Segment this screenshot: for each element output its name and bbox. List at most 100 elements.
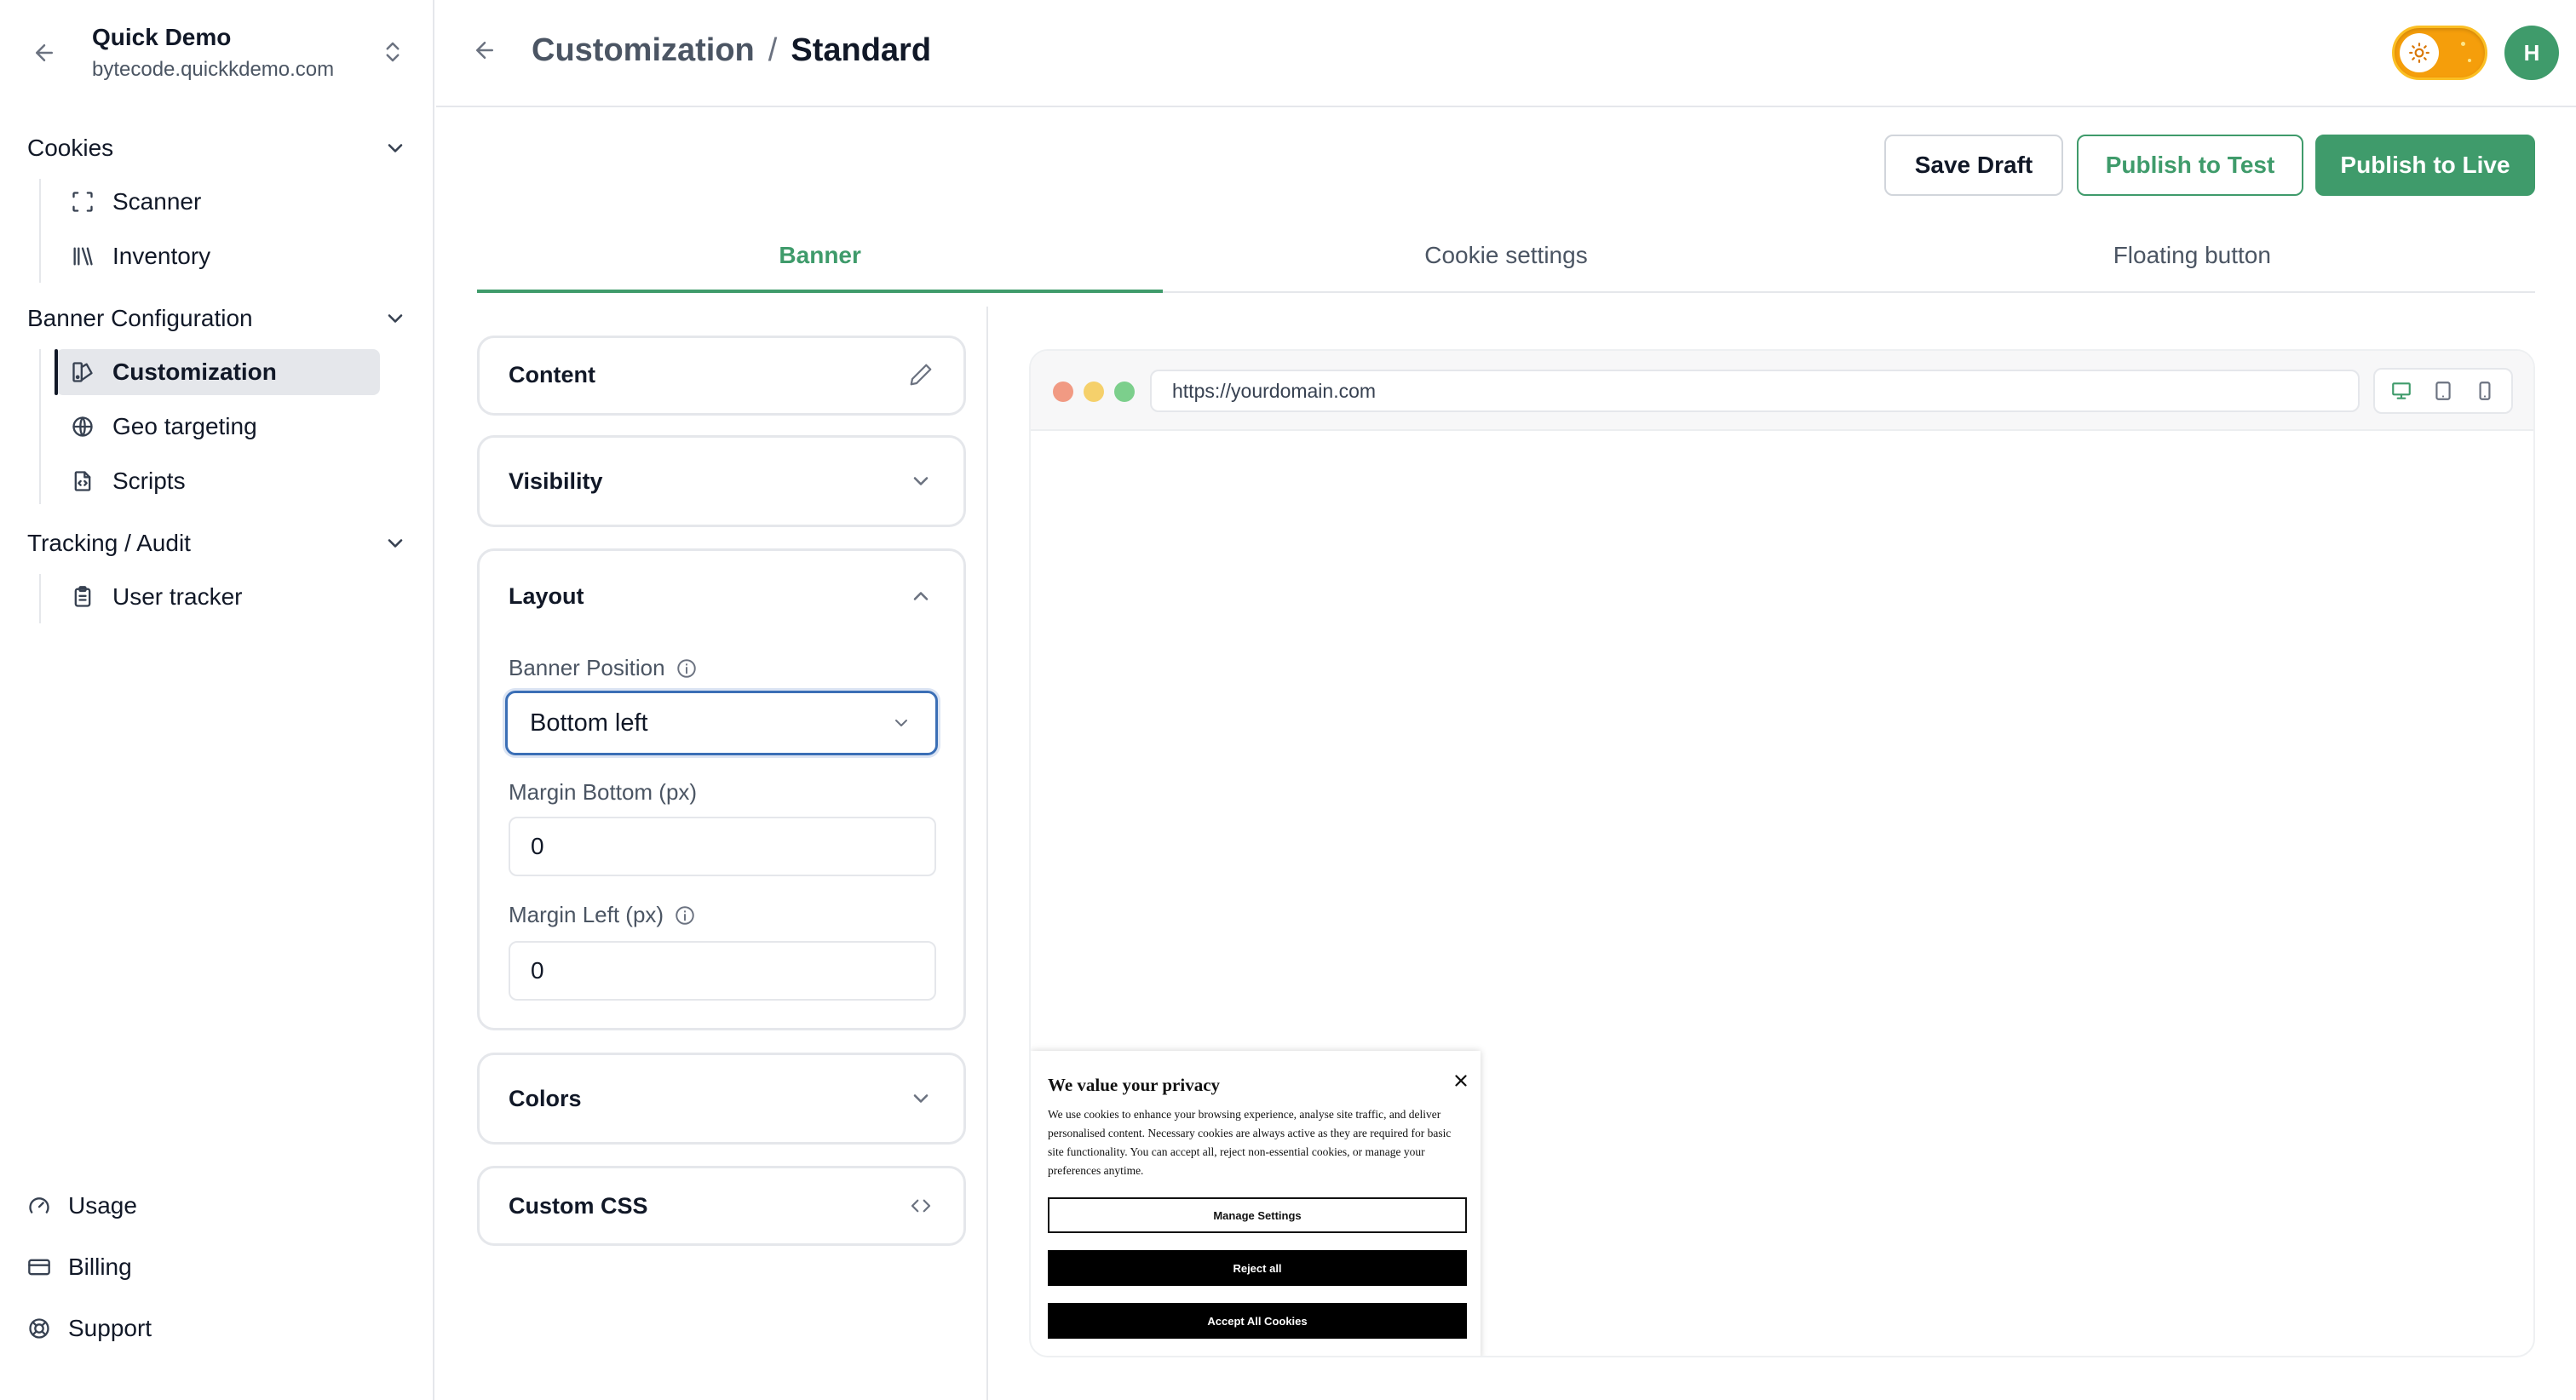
- info-icon[interactable]: [674, 904, 696, 927]
- workspace-domain: bytecode.quickkdemo.com: [92, 58, 335, 81]
- panel-header[interactable]: Layout: [480, 551, 963, 641]
- manage-settings-button[interactable]: Manage Settings: [1048, 1197, 1467, 1233]
- url-bar: https://yourdomain.com: [1150, 370, 2360, 412]
- sidebar-item-label: Inventory: [112, 243, 211, 269]
- sidebar-item-geo-targeting[interactable]: Geo targeting: [56, 404, 380, 450]
- cookie-banner-text: We use cookies to enhance your browsing …: [1048, 1108, 1452, 1177]
- chevron-down-icon: [907, 1085, 934, 1112]
- cookie-banner: We value your privacy We use cookies to …: [1031, 1051, 1481, 1356]
- back-arrow-icon[interactable]: [29, 37, 60, 68]
- field-label-text: Margin Left (px): [509, 902, 664, 927]
- tab-cookie-settings[interactable]: Cookie settings: [1163, 230, 1849, 291]
- custom-css-panel[interactable]: Custom CSS: [477, 1166, 966, 1246]
- content-panel[interactable]: Content: [477, 336, 966, 416]
- chevron-down-icon: [891, 712, 913, 734]
- nav-tree-line: [39, 349, 41, 504]
- margin-left-label: Margin Left (px): [509, 902, 696, 928]
- margin-left-input[interactable]: 0: [509, 941, 936, 1001]
- sidebar-item-scripts[interactable]: Scripts: [56, 458, 380, 504]
- reject-all-button[interactable]: Reject all: [1048, 1250, 1467, 1286]
- panel-header[interactable]: Content: [480, 338, 963, 411]
- sidebar-item-customization[interactable]: Customization: [55, 349, 380, 395]
- margin-bottom-input[interactable]: 0: [509, 817, 936, 876]
- panel-title: Custom CSS: [509, 1192, 648, 1219]
- margin-bottom-label: Margin Bottom (px): [509, 779, 697, 806]
- layout-panel: Layout Banner Position Bottom left Margi…: [477, 548, 966, 1030]
- nav-tree-line: [39, 179, 41, 283]
- accept-all-cookies-button[interactable]: Accept All Cookies: [1048, 1303, 1467, 1339]
- panel-divider: [986, 307, 988, 1400]
- globe-icon: [68, 412, 97, 441]
- chevron-down-icon: [383, 307, 407, 330]
- panel-title: Content: [509, 361, 595, 387]
- sidebar-item-label: Scripts: [112, 468, 186, 494]
- breadcrumb-parent[interactable]: Customization: [532, 32, 755, 69]
- nav-group-label: Tracking / Audit: [27, 530, 191, 556]
- banner-position-select[interactable]: Bottom left: [505, 691, 938, 755]
- info-icon[interactable]: [676, 657, 698, 680]
- sidebar-item-label: Customization: [112, 359, 277, 385]
- chevron-down-icon: [907, 468, 934, 495]
- breadcrumb: Customization / Standard: [532, 32, 931, 69]
- sidebar-item-inventory[interactable]: Inventory: [56, 233, 380, 279]
- tab-bar: Banner Cookie settings Floating button: [477, 230, 2535, 293]
- chevrons-up-down-icon[interactable]: [380, 37, 407, 68]
- credit-card-icon: [26, 1254, 53, 1281]
- library-icon: [68, 242, 97, 271]
- sidebar-item-support[interactable]: Support: [26, 1315, 152, 1342]
- panel-header[interactable]: Visibility: [480, 438, 963, 525]
- star-decoration: [2468, 59, 2471, 62]
- chevron-down-icon: [383, 531, 407, 555]
- panel-header[interactable]: Custom CSS: [480, 1168, 963, 1243]
- mobile-icon[interactable]: [2472, 378, 2498, 404]
- banner-preview: https://yourdomain.com We value your pri…: [1029, 349, 2535, 1357]
- sidebar-item-billing[interactable]: Billing: [26, 1254, 132, 1281]
- banner-position-label: Banner Position: [509, 655, 698, 681]
- colors-panel[interactable]: Colors: [477, 1053, 966, 1145]
- tab-floating-button[interactable]: Floating button: [1849, 230, 2535, 291]
- tablet-icon[interactable]: [2430, 378, 2456, 404]
- nav-group-label: Banner Configuration: [27, 305, 253, 331]
- nav-tree-line: [39, 574, 41, 623]
- theme-toggle[interactable]: [2392, 26, 2487, 80]
- palette-icon: [68, 358, 97, 387]
- publish-to-live-button[interactable]: Publish to Live: [2315, 135, 2535, 196]
- nav-group-tracking-audit[interactable]: Tracking / Audit: [27, 526, 407, 560]
- star-decoration: [2461, 42, 2465, 46]
- sidebar: Quick Demo bytecode.quickkdemo.com Cooki…: [0, 0, 434, 1400]
- nav-group-cookies[interactable]: Cookies: [27, 131, 407, 165]
- nav-group-label: Cookies: [27, 135, 114, 161]
- nav-group-banner-configuration[interactable]: Banner Configuration: [27, 301, 407, 336]
- desktop-icon[interactable]: [2389, 378, 2414, 404]
- tab-banner[interactable]: Banner: [477, 230, 1164, 293]
- sidebar-item-usage[interactable]: Usage: [26, 1192, 137, 1219]
- panel-title: Visibility: [509, 468, 603, 494]
- panel-header[interactable]: Colors: [480, 1055, 963, 1142]
- top-bar: Customization / Standard H: [436, 0, 2576, 107]
- panel-title: Colors: [509, 1085, 582, 1111]
- sidebar-item-scanner[interactable]: Scanner: [56, 179, 380, 225]
- sidebar-item-user-tracker[interactable]: User tracker: [56, 574, 380, 620]
- sidebar-item-label: Usage: [68, 1192, 137, 1219]
- code-icon: [907, 1192, 934, 1219]
- publish-to-test-button[interactable]: Publish to Test: [2077, 135, 2303, 196]
- avatar[interactable]: H: [2504, 26, 2559, 80]
- back-arrow-icon[interactable]: [472, 37, 503, 68]
- save-draft-button[interactable]: Save Draft: [1884, 135, 2063, 196]
- close-icon[interactable]: [1452, 1071, 1470, 1090]
- visibility-panel[interactable]: Visibility: [477, 435, 966, 527]
- select-value: Bottom left: [530, 709, 648, 737]
- window-dot-red: [1053, 382, 1073, 402]
- file-code-icon: [68, 467, 97, 496]
- scan-icon: [68, 187, 97, 216]
- workspace-name: Quick Demo: [92, 24, 232, 50]
- window-dot-yellow: [1084, 382, 1104, 402]
- browser-chrome: https://yourdomain.com: [1031, 351, 2533, 431]
- workspace-header[interactable]: Quick Demo bytecode.quickkdemo.com: [0, 0, 433, 106]
- gauge-icon: [26, 1192, 53, 1219]
- window-dot-green: [1114, 382, 1135, 402]
- breadcrumb-separator: /: [768, 32, 778, 68]
- pencil-icon[interactable]: [907, 361, 934, 388]
- chevron-up-icon: [907, 582, 934, 610]
- life-buoy-icon: [26, 1315, 53, 1342]
